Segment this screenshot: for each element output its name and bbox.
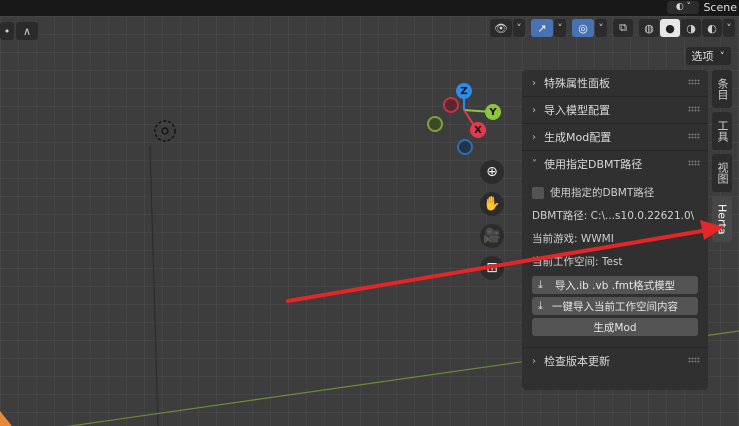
chevron-down-icon[interactable]: ˅ <box>723 19 735 37</box>
camera-icon[interactable]: 🎥 <box>480 224 504 248</box>
sidebar-panel: › 特殊属性面板 › 导入模型配置 › 生成Mod配置 ˅ 使用指定DBMT路径… <box>522 70 708 390</box>
section-label: 使用指定DBMT路径 <box>544 158 643 171</box>
section-import-config[interactable]: › 导入模型配置 <box>522 97 708 124</box>
sidebar-tabs: 条目 工具 视图 Herta <box>712 70 734 246</box>
neg-x-axis-ball[interactable] <box>443 97 459 113</box>
tab-item[interactable]: 条目 <box>712 70 732 108</box>
drag-handle-icon[interactable] <box>688 160 700 166</box>
chevron-right-icon: › <box>532 355 536 367</box>
section-dbmt-path[interactable]: ˅ 使用指定DBMT路径 <box>522 151 708 177</box>
light-object-center <box>161 127 169 135</box>
xray-icon[interactable]: ⧉ <box>613 19 633 37</box>
section-label: 特殊属性面板 <box>544 77 610 90</box>
dbmt-checkbox-row[interactable]: 使用指定的DBMT路径 <box>532 181 698 204</box>
gizmo-toggle-icon[interactable]: ↗ <box>531 19 553 37</box>
select-mode-button[interactable]: • <box>0 22 14 40</box>
wireframe-shading-icon[interactable]: ◍ <box>639 19 659 37</box>
overlay-group: ◎ ˅ <box>572 19 607 37</box>
light-object-icon <box>154 120 176 142</box>
section-label: 生成Mod配置 <box>544 131 612 144</box>
drag-handle-icon[interactable] <box>688 357 700 363</box>
chevron-down-icon[interactable]: ˅ <box>595 19 607 37</box>
z-axis-line <box>149 145 159 426</box>
top-bar: ◐ ˅ Scene <box>0 0 739 16</box>
viewport-header-right: 👁 ˅ ↗ ˅ ◎ ˅ ⧉ ◍ ● ◑ ◐ ˅ <box>490 19 735 37</box>
tab-view[interactable]: 视图 <box>712 154 732 192</box>
navigation-buttons: ⊕ ✋ 🎥 ⊞ <box>480 160 504 280</box>
button-label: 导入.ib .vb .fmt格式模型 <box>554 279 676 292</box>
left-tools: • ∧ <box>0 22 38 40</box>
dbmt-path-text: DBMT路径: C:\...s10.0.22621.0\ <box>532 210 695 222</box>
checkbox-label: 使用指定的DBMT路径 <box>550 187 655 199</box>
scene-dropdown[interactable]: ◐ ˅ <box>667 0 700 14</box>
section-generate-mod-config[interactable]: › 生成Mod配置 <box>522 124 708 151</box>
drag-handle-icon[interactable] <box>688 133 700 139</box>
neg-y-axis-ball[interactable] <box>427 116 443 132</box>
chevron-right-icon: › <box>532 131 536 143</box>
chevron-down-icon: ˅ <box>719 49 726 63</box>
z-axis-ball[interactable]: Z <box>456 83 472 99</box>
scene-label: Scene <box>703 0 737 14</box>
chevron-down-icon[interactable]: ˅ <box>513 19 525 37</box>
generate-mod-button[interactable]: 生成Mod <box>532 318 698 336</box>
import-icon: ⤓ <box>538 299 543 312</box>
dbmt-checkbox[interactable] <box>532 186 544 199</box>
button-label: 生成Mod <box>593 321 637 334</box>
x-axis-ball[interactable]: X <box>470 122 486 138</box>
section-label: 导入模型配置 <box>544 104 610 117</box>
current-workspace-text: 当前工作空间: Test <box>532 256 623 268</box>
tab-tool[interactable]: 工具 <box>712 112 732 150</box>
gizmo-group: ↗ ˅ <box>531 19 566 37</box>
chevron-right-icon: › <box>532 104 536 116</box>
chevron-down-icon[interactable]: ˅ <box>554 19 566 37</box>
drag-handle-icon[interactable] <box>688 106 700 112</box>
tab-herta[interactable]: Herta <box>712 196 732 242</box>
overlay-icon[interactable]: ◎ <box>572 19 594 37</box>
hand-icon[interactable]: ✋ <box>480 192 504 216</box>
dbmt-section-body: 使用指定的DBMT路径 DBMT路径: C:\...s10.0.22621.0\… <box>522 177 708 345</box>
button-label: 一键导入当前工作空间内容 <box>552 300 678 313</box>
shading-group: ◍ ● ◑ ◐ ˅ <box>639 19 735 37</box>
grid-icon[interactable]: ⊞ <box>480 256 504 280</box>
chevron-right-icon: › <box>532 77 536 89</box>
current-game-text: 当前游戏: WWMI <box>532 233 614 245</box>
eye-icon[interactable]: 👁 <box>490 19 512 37</box>
options-dropdown[interactable]: 选项 ˅ <box>685 47 731 65</box>
import-icon: ⤓ <box>538 278 543 291</box>
neg-z-axis-ball[interactable] <box>457 139 473 155</box>
navigation-gizmo[interactable]: Z Y X <box>424 80 504 160</box>
visibility-group: 👁 ˅ <box>490 19 525 37</box>
rendered-shading-icon[interactable]: ◐ <box>702 19 722 37</box>
selected-object-edge <box>0 411 12 426</box>
scene-selector[interactable]: ◐ ˅ Scene <box>667 0 739 14</box>
zoom-icon[interactable]: ⊕ <box>480 160 504 184</box>
section-label: 检查版本更新 <box>544 355 610 368</box>
chevron-down-icon: ˅ <box>532 158 537 170</box>
import-model-button[interactable]: ⤓ 导入.ib .vb .fmt格式模型 <box>532 276 698 294</box>
material-shading-icon[interactable]: ◑ <box>681 19 701 37</box>
drag-handle-icon[interactable] <box>688 79 700 85</box>
options-label: 选项 <box>691 50 714 63</box>
section-check-update[interactable]: › 检查版本更新 <box>522 347 708 374</box>
section-special-properties[interactable]: › 特殊属性面板 <box>522 70 708 97</box>
falloff-button[interactable]: ∧ <box>16 22 38 40</box>
solid-shading-icon[interactable]: ● <box>660 19 680 37</box>
import-workspace-button[interactable]: ⤓ 一键导入当前工作空间内容 <box>532 297 698 315</box>
y-axis-ball[interactable]: Y <box>485 104 501 120</box>
